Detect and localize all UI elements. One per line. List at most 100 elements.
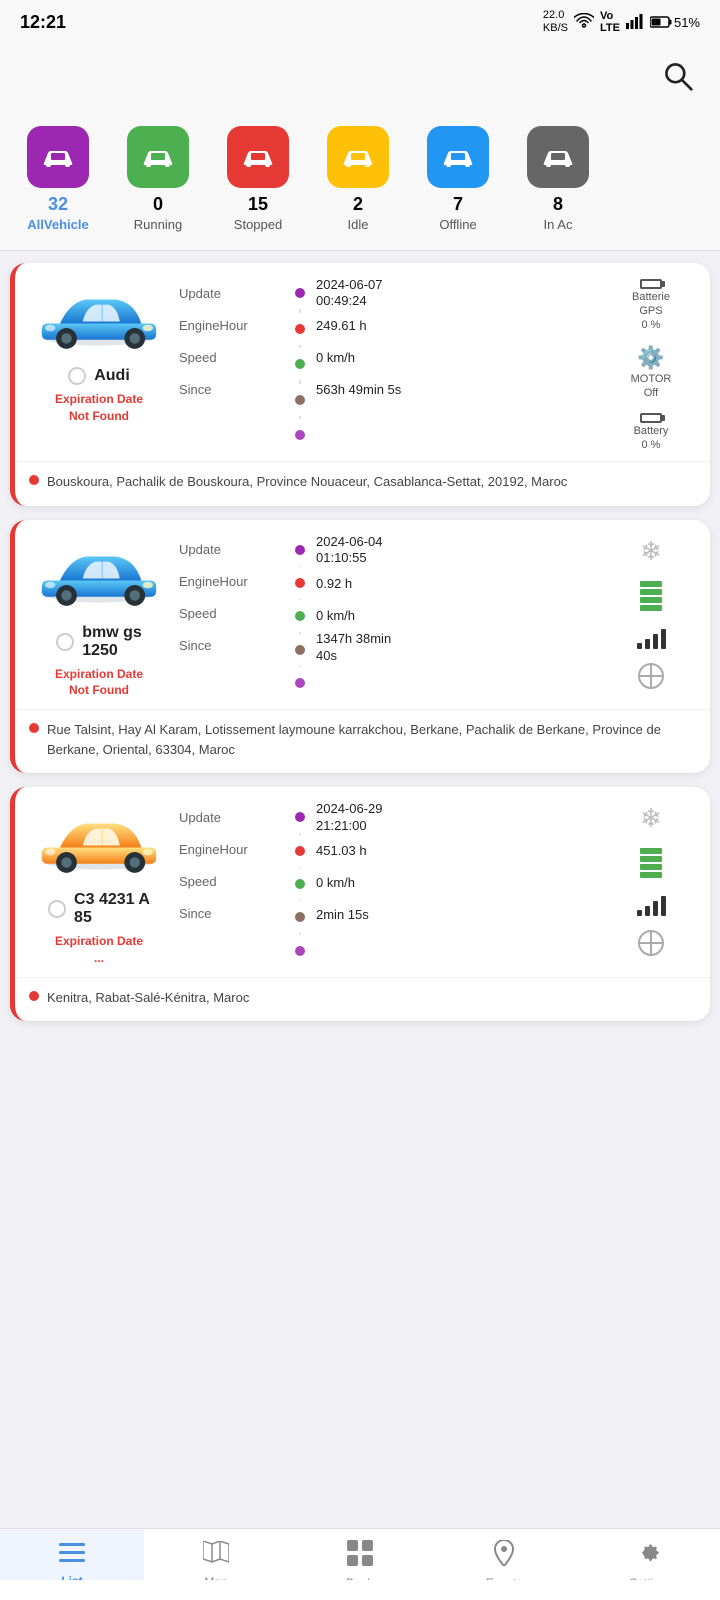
status-indicator	[68, 367, 86, 385]
gps-value: 0 %	[642, 319, 661, 331]
offline-label: Offline	[439, 217, 476, 232]
filter-tab-offline[interactable]: 7 Offline	[408, 122, 508, 236]
search-button[interactable]	[656, 54, 700, 98]
labels-col: Update EngineHour Speed Since	[179, 534, 284, 700]
car-image	[34, 534, 164, 614]
info-timeline: Update EngineHour Speed Since	[179, 534, 596, 700]
batterie-label: Batterie	[632, 291, 670, 303]
car-image-yellow	[34, 801, 164, 881]
car-image-col: C3 4231 A85 Expiration Date...	[29, 801, 169, 967]
status-bar: 12:21 22.0KB/S VoLTE 51%	[0, 0, 720, 44]
status-indicator	[48, 900, 66, 918]
battery-pct-badge: Battery 0 %	[634, 413, 669, 451]
expiry-text: Expiration DateNot Found	[55, 391, 143, 425]
card-info-col: Update EngineHour Speed Since	[179, 277, 596, 451]
offline-count: 7	[453, 194, 463, 215]
map-icon	[203, 1541, 229, 1571]
since-value: 1347h 38min40s	[316, 631, 596, 665]
battery-container: 51%	[650, 15, 700, 30]
card-right-col: ❄	[606, 801, 696, 967]
car-image-col: bmw gs1250 Expiration DateNot Found	[29, 534, 169, 700]
filter-tab-inac[interactable]: 8 In Ac	[508, 122, 608, 236]
wifi-icon	[574, 13, 594, 32]
car-name: Audi	[94, 367, 130, 385]
stopped-label: Stopped	[234, 217, 282, 232]
home-bar	[0, 1580, 720, 1600]
idle-label: Idle	[348, 217, 369, 232]
since-label: Since	[179, 373, 284, 405]
stopped-count: 15	[248, 194, 268, 215]
car-status-row: bmw gs1250	[56, 624, 142, 660]
status-indicator	[56, 633, 74, 651]
labels-col: Update EngineHour Speed Since	[179, 277, 284, 451]
car-image	[34, 277, 164, 357]
timeline-col	[292, 277, 308, 451]
enginehour-label: EngineHour	[179, 309, 284, 341]
vehicle-card-audi[interactable]: Audi Expiration DateNot Found Update Eng…	[10, 263, 710, 506]
speed-value: 0 km/h	[316, 599, 596, 631]
idle-count: 2	[353, 194, 363, 215]
values-col: 2024-06-2921:21:00 451.03 h 0 km/h 2min …	[316, 801, 596, 967]
expiry-text: Expiration DateNot Found	[55, 666, 143, 700]
running-label: Running	[134, 217, 182, 232]
vehicle-card-c3[interactable]: C3 4231 A85 Expiration Date... Update En…	[10, 787, 710, 1021]
vehicle-card-bmw[interactable]: bmw gs1250 Expiration DateNot Found Upda…	[10, 520, 710, 774]
info-timeline: Update EngineHour Speed Since	[179, 277, 596, 451]
snowflake-icon: ❄	[640, 803, 662, 834]
list-icon	[59, 1542, 85, 1570]
expiry-text: Expiration Date...	[55, 933, 143, 967]
crosshair-icon	[638, 663, 664, 689]
crosshair-icon2	[638, 930, 664, 956]
speed-value: 0 km/h	[316, 867, 596, 899]
address-row: Bouskoura, Pachalik de Bouskoura, Provin…	[15, 461, 710, 506]
since-value: 563h 49min 5s	[316, 373, 596, 405]
all-label: AllVehicle	[27, 217, 88, 232]
top-bar	[0, 44, 720, 112]
lte-icon: VoLTE	[600, 10, 620, 34]
battery-green-badge2	[640, 848, 662, 878]
car-status-row: Audi	[68, 367, 130, 385]
motor-icon: ⚙️	[637, 345, 664, 371]
card-info-col: Update EngineHour Speed Since	[179, 801, 596, 967]
signal-icon	[626, 13, 644, 32]
values-col: 2024-06-0700:49:24 249.61 h 0 km/h 563h …	[316, 277, 596, 451]
car-status-row: C3 4231 A85	[48, 891, 150, 927]
signal-bars	[637, 625, 666, 649]
address-text: Bouskoura, Pachalik de Bouskoura, Provin…	[47, 472, 567, 492]
battery-pct: 51%	[674, 15, 700, 30]
events-icon	[492, 1540, 516, 1572]
update-value: 2024-06-0700:49:24	[316, 277, 596, 309]
filter-tab-stopped[interactable]: 15 Stopped	[208, 122, 308, 236]
blank-label	[179, 405, 284, 437]
enginehour-value: 451.03 h	[316, 835, 596, 867]
signal-bars2	[637, 892, 666, 916]
card-right-col: Batterie GPS 0 % ⚙️ MOTOR Off Battery 0 …	[606, 277, 696, 451]
filter-tab-running[interactable]: 0 Running	[108, 122, 208, 236]
inac-label: In Ac	[544, 217, 573, 232]
values-col: 2024-06-0401:10:55 0.92 h 0 km/h 1347h 3…	[316, 534, 596, 700]
battery-green-badge	[640, 581, 662, 611]
address-dot	[29, 723, 39, 733]
status-time: 12:21	[20, 12, 66, 33]
all-count: 32	[48, 194, 68, 215]
card-main: C3 4231 A85 Expiration Date... Update En…	[15, 787, 710, 967]
update-label: Update	[179, 277, 284, 309]
card-main: bmw gs1250 Expiration DateNot Found Upda…	[15, 520, 710, 700]
filter-tab-all[interactable]: 32 AllVehicle	[8, 122, 108, 236]
address-row: Rue Talsint, Hay Al Karam, Lotissement l…	[15, 709, 710, 773]
gps-label: GPS	[639, 305, 662, 317]
car-image-col: Audi Expiration DateNot Found	[29, 277, 169, 451]
setting-icon	[635, 1540, 661, 1572]
filter-tabs: 32 AllVehicle 0 Running 15 Stopped 2 Idl…	[0, 112, 720, 251]
motor-label: MOTOR	[631, 373, 672, 385]
enginehour-value: 249.61 h	[316, 309, 596, 341]
battery-val: 0 %	[642, 439, 661, 451]
motor-value: Off	[644, 387, 658, 399]
timeline-col	[292, 534, 308, 700]
filter-tab-idle[interactable]: 2 Idle	[308, 122, 408, 236]
speed-label: Speed	[179, 341, 284, 373]
enginehour-value: 0.92 h	[316, 567, 596, 599]
car-name: bmw gs1250	[82, 624, 142, 660]
address-text: Rue Talsint, Hay Al Karam, Lotissement l…	[47, 720, 696, 759]
network-speed: 22.0KB/S	[543, 9, 568, 35]
